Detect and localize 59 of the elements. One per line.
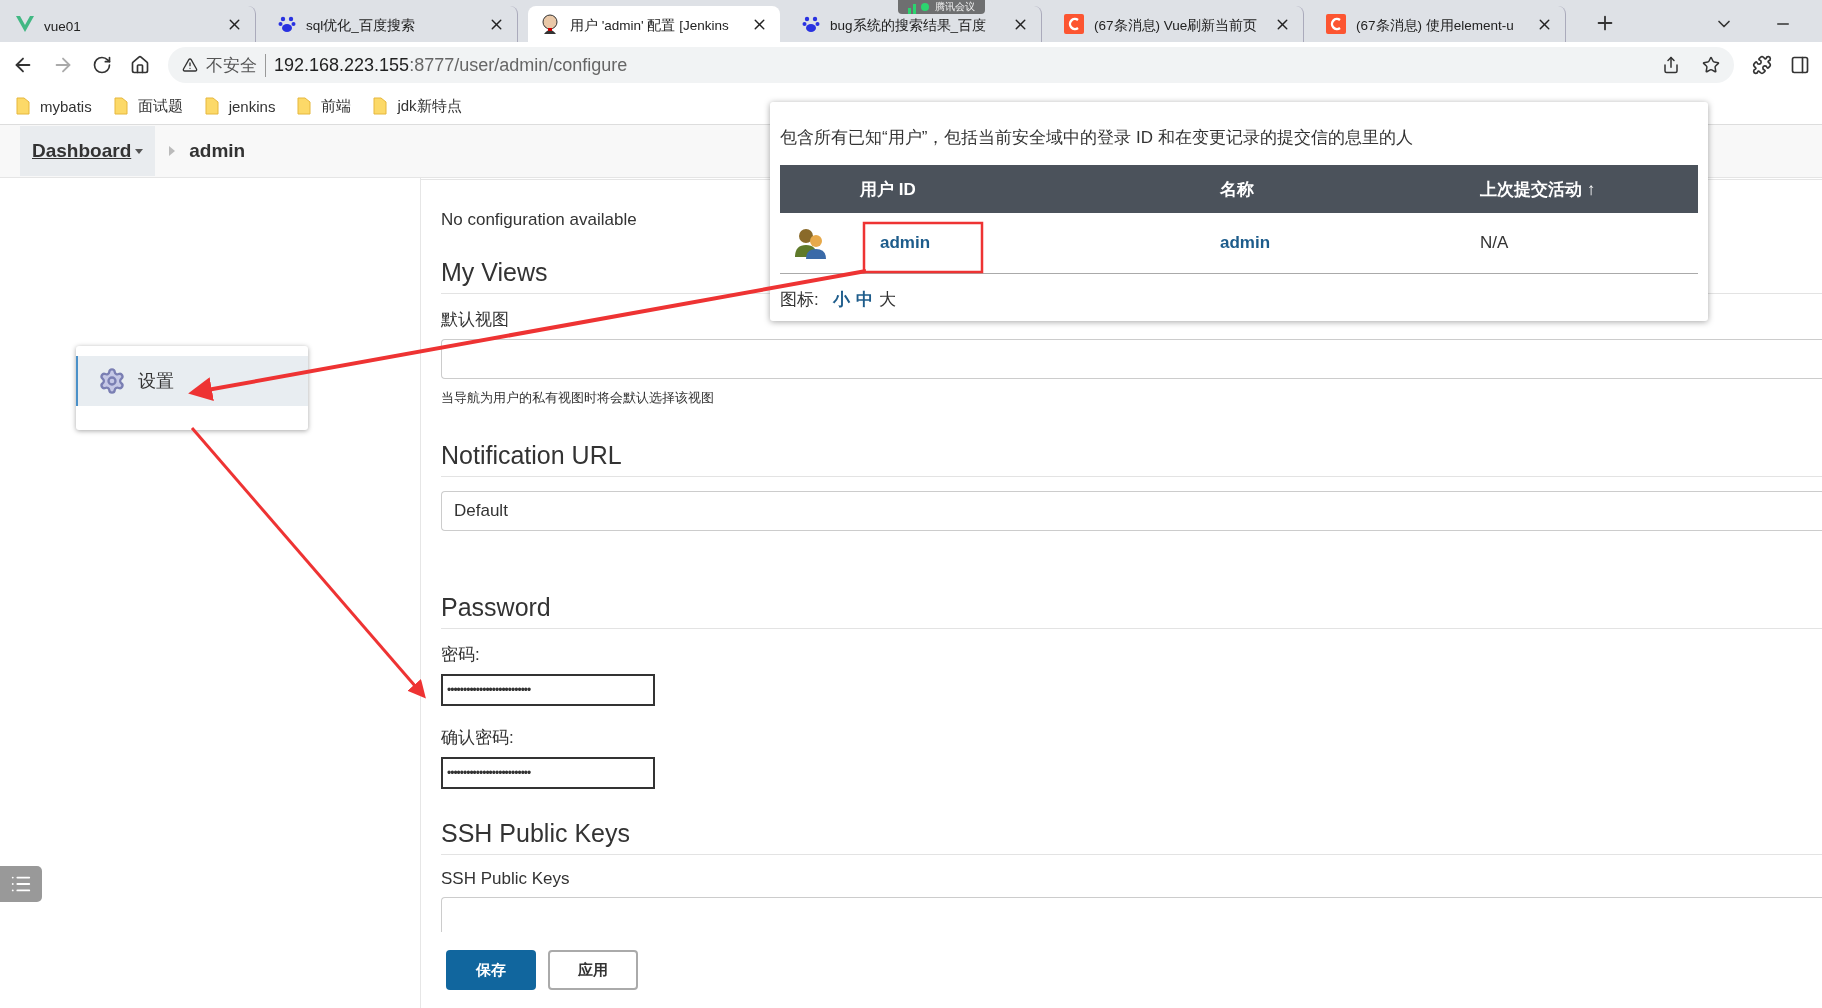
folder-icon [204, 97, 219, 115]
browser-tab[interactable]: 用户 'admin' 配置 [Jenkins [528, 6, 780, 42]
users-icon [794, 227, 828, 259]
field-label: 确认密码: [441, 727, 514, 749]
c-logo-icon [1064, 14, 1084, 34]
apply-button[interactable]: 应用 [548, 950, 638, 990]
breadcrumb-current: admin [189, 140, 246, 162]
field-label: 默认视图 [441, 309, 509, 331]
section-heading: Notification URL [441, 441, 1822, 477]
table-row[interactable]: admin admin N/A [780, 213, 1698, 274]
field-label: 密码: [441, 644, 480, 666]
menu-item[interactable]: 设置 [76, 356, 308, 406]
user-name-link[interactable]: admin [1220, 233, 1271, 253]
column-header[interactable]: 上次提交活动 ↑ [1480, 177, 1698, 201]
bookmark[interactable]: 面试题 [113, 96, 183, 116]
url-text: 192.168.223.155:8777/user/admin/configure [274, 54, 628, 76]
paw-icon [278, 15, 296, 33]
list-button[interactable] [0, 866, 42, 902]
address-field[interactable]: 不安全 192.168.223.155:8777/user/admin/configure [168, 47, 1734, 83]
paw-icon [802, 15, 820, 33]
reload-icon[interactable] [92, 55, 112, 75]
save-button[interactable]: 保存 [446, 950, 536, 990]
table-cell: N/A [1480, 233, 1509, 253]
chevron-right-icon [169, 146, 176, 156]
input-field[interactable] [441, 339, 1822, 379]
c-logo-icon [1326, 14, 1346, 34]
caret-icon[interactable] [135, 148, 144, 154]
folder-icon [297, 97, 312, 115]
popup-description: 包含所有已知“用户”，包括当前安全域中的登录 ID 和在变更记录的提交信的息里的人 [780, 127, 1414, 149]
user-id-link[interactable]: admin [880, 233, 931, 253]
folder-icon [113, 97, 128, 115]
extensions-icon[interactable] [1752, 55, 1772, 75]
security-label: 不安全 [206, 53, 266, 77]
signal-icon [908, 0, 930, 14]
column-header[interactable]: 名称 [1220, 177, 1480, 201]
warning-icon [182, 57, 198, 73]
field-label: SSH Public Keys [441, 869, 570, 889]
home-icon[interactable] [130, 55, 150, 75]
bookmark[interactable]: 前端 [297, 96, 352, 116]
section-heading: SSH Public Keys [441, 819, 1822, 855]
gear-icon [98, 367, 126, 395]
column-header[interactable]: 用户 ID [860, 177, 1220, 201]
star-icon[interactable] [1702, 56, 1720, 74]
bookmark[interactable]: jenkins [204, 97, 276, 115]
select-field[interactable]: Default [441, 491, 1822, 531]
bookmark[interactable]: mybatis [16, 97, 92, 115]
v-logo-icon [16, 16, 34, 32]
folder-icon [373, 97, 388, 115]
help-text: 当导航为用户的私有视图时将会默认选择该视图 [441, 389, 714, 407]
butler-icon [540, 14, 560, 34]
info-text: No configuration available [441, 210, 637, 230]
folder-icon [16, 97, 30, 115]
bookmark[interactable]: jdk新特点 [373, 96, 462, 116]
password-field[interactable]: •••••••••••••••••••••••••• [441, 757, 655, 789]
side-panel-icon[interactable] [1790, 55, 1810, 75]
section-heading: Password [441, 593, 1822, 629]
breadcrumb-link[interactable]: Dashboard [20, 126, 156, 176]
share-icon[interactable] [1662, 56, 1680, 74]
password-field[interactable]: •••••••••••••••••••••••••• [441, 674, 655, 706]
